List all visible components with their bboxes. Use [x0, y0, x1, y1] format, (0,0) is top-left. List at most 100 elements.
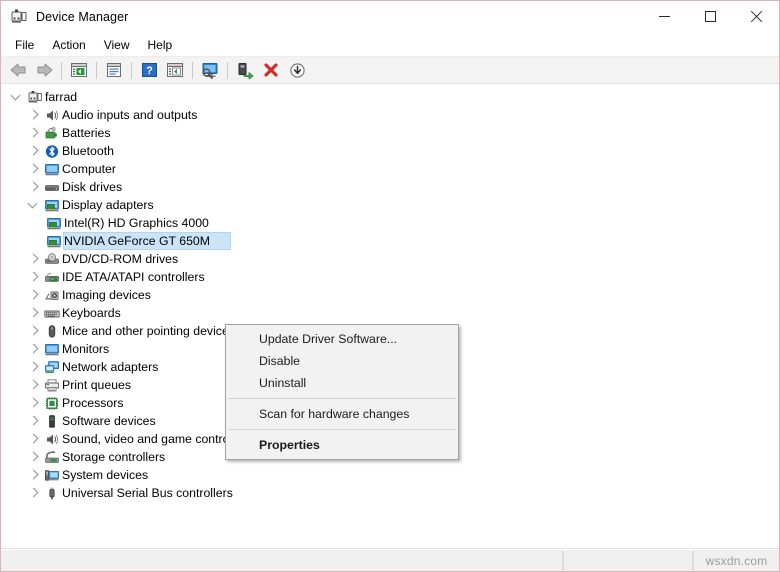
chevron-right-icon[interactable] — [25, 484, 42, 502]
tree-item-label: Bluetooth — [62, 144, 114, 158]
tree-item-farrad[interactable]: farrad — [1, 88, 779, 106]
chevron-right-icon[interactable] — [25, 124, 42, 142]
chevron-right-icon[interactable] — [25, 250, 42, 268]
svg-text:?: ? — [146, 65, 153, 77]
device-tree-panel[interactable]: farrad Audio inputs and outputs Batterie… — [1, 84, 779, 549]
tree-item-nvidia-geforce-gt-650m[interactable]: NVIDIA GeForce GT 650M — [1, 232, 779, 250]
menu-file[interactable]: File — [6, 35, 43, 55]
device-manager-icon — [10, 8, 28, 26]
chevron-right-icon[interactable] — [25, 106, 42, 124]
imaging-device-icon — [42, 286, 62, 304]
chevron-right-icon[interactable] — [25, 376, 42, 394]
network-adapter-icon — [42, 358, 62, 376]
chevron-right-icon[interactable] — [25, 304, 42, 322]
context-menu-item-scan-for-hardware-changes[interactable]: Scan for hardware changes — [226, 403, 458, 425]
context-menu-item-uninstall[interactable]: Uninstall — [226, 372, 458, 394]
help-button[interactable]: ? — [137, 59, 161, 81]
forward-arrow-icon — [37, 63, 52, 77]
close-icon — [750, 10, 763, 23]
properties-button[interactable] — [102, 59, 126, 81]
mouse-icon — [42, 322, 62, 340]
battery-icon — [42, 124, 62, 142]
uninstall-red-x-icon — [264, 63, 278, 77]
caption-button-group — [641, 1, 779, 32]
back-arrow-icon — [10, 63, 25, 77]
chevron-right-icon[interactable] — [25, 268, 42, 286]
scan-monitor-icon — [202, 62, 218, 79]
tree-item-label: Print queues — [62, 378, 132, 392]
context-menu-item-update-driver-software[interactable]: Update Driver Software... — [226, 328, 458, 350]
chevron-right-icon[interactable] — [25, 448, 42, 466]
help-question-icon: ? — [141, 63, 157, 77]
properties-window-icon — [107, 63, 121, 77]
toolbar-separator — [96, 61, 97, 79]
chevron-right-icon[interactable] — [25, 160, 42, 178]
enable-device-button[interactable] — [233, 59, 257, 81]
tree-item-keyboards[interactable]: Keyboards — [1, 304, 779, 322]
maximize-icon — [704, 11, 716, 22]
system-device-icon — [42, 466, 62, 484]
tree-item-label: Software devices — [62, 414, 156, 428]
tree-item-universal-serial-bus-controllers[interactable]: Universal Serial Bus controllers — [1, 484, 779, 502]
tree-item-label: Keyboards — [62, 306, 121, 320]
chevron-right-icon[interactable] — [25, 178, 42, 196]
chevron-right-icon[interactable] — [25, 430, 42, 448]
maximize-button[interactable] — [687, 1, 733, 32]
tree-item-imaging-devices[interactable]: Imaging devices — [1, 286, 779, 304]
chevron-right-icon[interactable] — [25, 394, 42, 412]
chevron-down-icon[interactable] — [25, 196, 42, 214]
processor-icon — [42, 394, 62, 412]
window-title: Device Manager — [36, 9, 129, 24]
uninstall-device-button[interactable] — [259, 59, 283, 81]
tree-item-intel-hd-graphics-4000[interactable]: Intel(R) HD Graphics 4000 — [1, 214, 779, 232]
menu-view[interactable]: View — [95, 35, 139, 55]
context-menu-separator — [228, 429, 456, 430]
device-context-menu: Update Driver Software... Disable Uninst… — [225, 324, 459, 460]
add-legacy-hardware-button[interactable] — [285, 59, 309, 81]
context-menu-item-disable[interactable]: Disable — [226, 350, 458, 372]
forward-button[interactable] — [32, 59, 56, 81]
monitor-icon — [42, 340, 62, 358]
tree-item-batteries[interactable]: Batteries — [1, 124, 779, 142]
speaker-icon — [42, 106, 62, 124]
watermark-text: wsxdn.com — [705, 553, 768, 568]
tree-item-ide-ata-atapi-controllers[interactable]: IDE ATA/ATAPI controllers — [1, 268, 779, 286]
tree-item-disk-drives[interactable]: Disk drives — [1, 178, 779, 196]
tree-item-display-adapters[interactable]: Display adapters — [1, 196, 779, 214]
chevron-down-icon[interactable] — [8, 88, 25, 106]
console-tree-icon — [71, 63, 87, 77]
chevron-right-icon[interactable] — [25, 412, 42, 430]
chevron-right-icon[interactable] — [25, 466, 42, 484]
chevron-right-icon[interactable] — [25, 286, 42, 304]
chevron-right-icon[interactable] — [25, 340, 42, 358]
tree-item-computer[interactable]: Computer — [1, 160, 779, 178]
chevron-right-icon[interactable] — [25, 142, 42, 160]
update-driver-button[interactable] — [163, 59, 187, 81]
tree-item-audio-inputs-and-outputs[interactable]: Audio inputs and outputs — [1, 106, 779, 124]
tree-item-label: Audio inputs and outputs — [62, 108, 198, 122]
tree-item-dvd-cd-rom-drives[interactable]: DVD/CD-ROM drives — [1, 250, 779, 268]
back-button[interactable] — [6, 59, 30, 81]
menu-help[interactable]: Help — [139, 35, 182, 55]
status-pane-secondary — [563, 551, 693, 570]
ide-controller-icon — [42, 268, 62, 286]
show-hide-console-tree-button[interactable] — [67, 59, 91, 81]
storage-controller-icon — [42, 448, 62, 466]
close-button[interactable] — [733, 1, 779, 32]
minimize-button[interactable] — [641, 1, 687, 32]
chevron-right-icon[interactable] — [25, 358, 42, 376]
tree-item-label: IDE ATA/ATAPI controllers — [62, 270, 205, 284]
printer-icon — [42, 376, 62, 394]
device-manager-window: Device Manager File Action View Help ? f… — [0, 0, 780, 572]
scan-hardware-changes-button[interactable] — [198, 59, 222, 81]
context-menu-item-properties[interactable]: Properties — [226, 434, 458, 456]
menu-action[interactable]: Action — [43, 35, 94, 55]
tree-item-label: Display adapters — [62, 198, 154, 212]
tree-item-label: Mice and other pointing devices — [62, 324, 235, 338]
disk-drive-icon — [42, 178, 62, 196]
speaker-icon — [42, 430, 62, 448]
tree-item-system-devices[interactable]: System devices — [1, 466, 779, 484]
chevron-right-icon[interactable] — [25, 322, 42, 340]
toolbar-separator — [227, 61, 228, 79]
tree-item-bluetooth[interactable]: Bluetooth — [1, 142, 779, 160]
